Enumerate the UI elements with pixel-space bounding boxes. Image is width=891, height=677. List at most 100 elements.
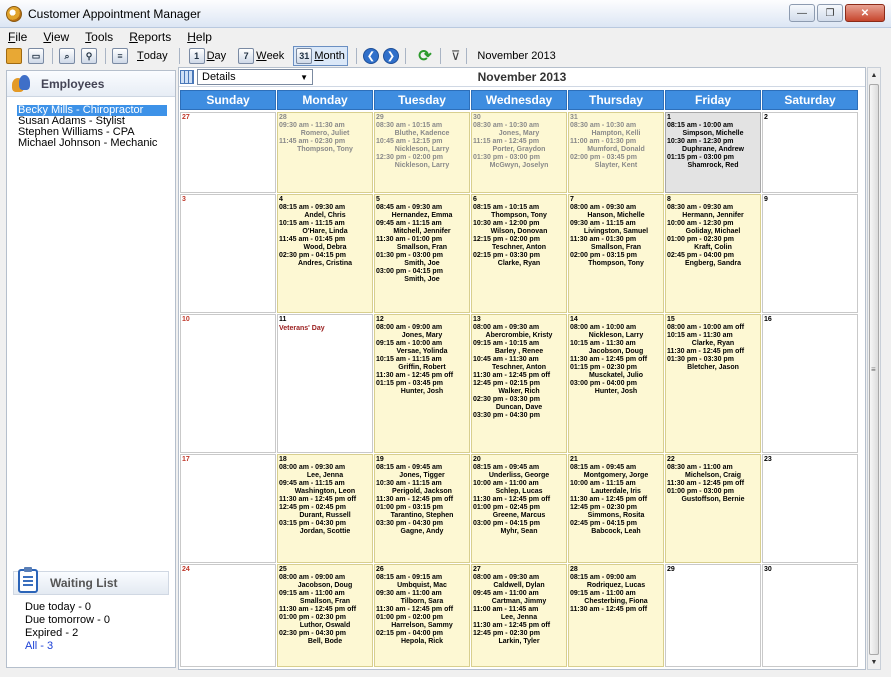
day-cell[interactable]: 22 08:30 am - 11:00 am Michelson, Craig 11:… — [665, 454, 761, 563]
day-cell[interactable]: 13 08:00 am - 09:30 am Abercrombie, Kristy… — [471, 314, 567, 453]
appointment-entry[interactable]: 12:15 pm - 02:00 pm Teschner, Anton — [473, 236, 565, 252]
appointment-entry[interactable]: 08:00 am - 09:00 am Jacobson, Doug — [279, 574, 371, 590]
appointment-entry[interactable]: 08:00 am - 09:30 am Caldwell, Dylan — [473, 574, 565, 590]
appointment-entry[interactable]: 08:00 am - 09:30 am Abercrombie, Kristy — [473, 324, 565, 340]
appointment-entry[interactable]: 02:30 pm - 04:15 pm Andres, Cristina — [279, 252, 371, 268]
day-cell[interactable]: 29 08:30 am - 10:15 am Bluthe, Kadence 10:4… — [374, 112, 470, 193]
appointment-entry[interactable]: 02:30 pm - 04:30 pm Bell, Bode — [279, 630, 371, 646]
appointment-entry[interactable]: 11:30 am - 12:45 pm off — [279, 606, 371, 614]
minimize-button[interactable]: — — [789, 4, 815, 22]
appointment-entry[interactable]: 11:30 am - 12:45 pm off — [667, 348, 759, 356]
day-cell[interactable]: 15 08:00 am - 10:00 am off 10:15 am - 11:3… — [665, 314, 761, 453]
appointment-entry[interactable]: 09:15 am - 11:00 am Chesterbing, Fiona — [570, 590, 662, 606]
view-detail-dropdown[interactable]: Details ▼ — [197, 69, 313, 85]
appointment-entry[interactable]: 09:45 am - 11:00 am Cartman, Jimmy — [473, 590, 565, 606]
day-view-button[interactable]: 1 Day — [186, 46, 230, 66]
day-cell[interactable]: 8 08:30 am - 09:30 am Hermann, Jennifer 10:… — [665, 194, 761, 313]
grid-view-icon[interactable] — [180, 70, 194, 84]
day-cell[interactable]: 20 08:15 am - 09:45 am Underliss, George 10… — [471, 454, 567, 563]
appointment-entry[interactable]: 09:15 am - 10:00 am Versae, Yolinda — [376, 340, 468, 356]
day-cell[interactable]: 4 08:15 am - 09:30 am Andel, Chris 10:15 am… — [277, 194, 373, 313]
day-cell[interactable]: 26 08:15 am - 09:15 am Umbquist, Mac 09:30 … — [374, 564, 470, 667]
day-cell[interactable]: 23 — [762, 454, 858, 563]
appointment-entry[interactable]: 08:00 am - 09:00 am Jones, Mary — [376, 324, 468, 340]
day-cell[interactable]: 3 — [180, 194, 276, 313]
appointment-entry[interactable]: 12:45 pm - 02:15 pm Walker, Rich — [473, 380, 565, 396]
appointment-entry[interactable]: 02:45 pm - 04:15 pm Babcock, Leah — [570, 520, 662, 536]
appointment-entry[interactable]: 01:00 pm - 02:30 pm Kraft, Colin — [667, 236, 759, 252]
appointment-entry[interactable]: 11:30 am - 12:45 pm off — [376, 606, 468, 614]
appointment-entry[interactable]: 03:30 pm - 04:30 pm — [473, 412, 565, 420]
appointment-entry[interactable]: 10:30 am - 11:15 am Perigold, Jackson — [376, 480, 468, 496]
appointment-entry[interactable]: 12:45 pm - 02:30 pm Larkin, Tyler — [473, 630, 565, 646]
appointment-entry[interactable]: 09:15 am - 11:00 am Smallson, Fran — [279, 590, 371, 606]
appointment-entry[interactable]: 10:15 am - 11:30 am Clarke, Ryan — [667, 332, 759, 348]
day-cell[interactable]: 7 08:00 am - 09:30 am Hanson, Michelle 09:3… — [568, 194, 664, 313]
appointment-entry[interactable]: 08:00 am - 10:00 am off — [667, 324, 759, 332]
appointment-entry[interactable]: 08:30 am - 10:15 am Bluthe, Kadence — [376, 122, 468, 138]
day-cell[interactable]: 11 Veterans' Day — [277, 314, 373, 453]
appointment-entry[interactable]: 08:30 am - 09:30 am Hermann, Jennifer — [667, 204, 759, 220]
appointment-entry[interactable]: 10:15 am - 11:30 am Jacobson, Doug — [570, 340, 662, 356]
month-view-button[interactable]: 31 Month — [293, 46, 348, 66]
day-cell[interactable]: 19 08:15 am - 09:45 am Jones, Tigger 10:30 … — [374, 454, 470, 563]
day-cell[interactable]: 18 08:00 am - 09:30 am Lee, Jenna 09:45 am … — [277, 454, 373, 563]
appointment-entry[interactable]: 01:00 pm - 03:15 pm Tarantino, Stephen — [376, 504, 468, 520]
binoculars-icon[interactable]: ⚲ — [81, 48, 97, 64]
day-cell[interactable]: 27 08:00 am - 09:30 am Caldwell, Dylan 09:4… — [471, 564, 567, 667]
appointment-entry[interactable]: 01:30 pm - 03:00 pm McGwyn, Joselyn — [473, 154, 565, 170]
appointment-entry[interactable]: 01:15 pm - 03:00 pm Shamrock, Red — [667, 154, 759, 170]
appointment-entry[interactable]: 03:00 pm - 04:00 pm Hunter, Josh — [570, 380, 662, 396]
day-cell[interactable]: 17 — [180, 454, 276, 563]
day-cell[interactable]: 10 — [180, 314, 276, 453]
day-cell[interactable]: 2 — [762, 112, 858, 193]
appointment-entry[interactable]: 11:30 am - 01:00 pm Smallson, Fran — [376, 236, 468, 252]
employees-toolbar-icon[interactable] — [6, 48, 22, 64]
appointment-entry[interactable]: 08:45 am - 09:30 am Hernandez, Emma — [376, 204, 468, 220]
appointment-entry[interactable]: 10:00 am - 11:15 am Lauterdale, Iris — [570, 480, 662, 496]
appointment-entry[interactable]: 11:30 am - 12:45 pm off — [667, 480, 759, 488]
appointment-entry[interactable]: 08:15 am - 09:30 am Andel, Chris — [279, 204, 371, 220]
scroll-up-arrow[interactable]: ▲ — [868, 68, 880, 82]
day-cell[interactable]: 25 08:00 am - 09:00 am Jacobson, Doug 09:15… — [277, 564, 373, 667]
appointment-entry[interactable]: 02:00 pm - 03:45 pm Slayter, Kent — [570, 154, 662, 170]
appointment-entry[interactable]: 08:00 am - 09:30 am Lee, Jenna — [279, 464, 371, 480]
scroll-thumb[interactable] — [869, 84, 879, 655]
day-cell[interactable]: 9 — [762, 194, 858, 313]
day-cell[interactable]: 6 08:15 am - 10:15 am Thompson, Tony 10:30 … — [471, 194, 567, 313]
appointment-entry[interactable]: 10:15 am - 11:15 am O'Hare, Linda — [279, 220, 371, 236]
waiting-list-item[interactable]: All - 3 — [25, 640, 175, 653]
appointment-entry[interactable]: 01:00 pm - 02:00 pm Harrelson, Sammy — [376, 614, 468, 630]
day-cell[interactable]: 30 08:30 am - 10:30 am Jones, Mary 11:15 am… — [471, 112, 567, 193]
appointment-entry[interactable]: 10:15 am - 11:15 am Griffin, Robert — [376, 356, 468, 372]
appointment-entry[interactable]: 09:45 am - 11:15 am Mitchell, Jennifer — [376, 220, 468, 236]
appointment-entry[interactable]: 10:00 am - 12:30 pm Goliday, Michael — [667, 220, 759, 236]
appointment-entry[interactable]: 08:00 am - 09:30 am Hanson, Michelle — [570, 204, 662, 220]
appointment-entry[interactable]: 08:15 am - 10:00 am Simpson, Michelle — [667, 122, 759, 138]
appointment-entry[interactable]: 11:15 am - 12:45 pm Porter, Graydon — [473, 138, 565, 154]
appointment-entry[interactable]: 10:45 am - 12:15 pm Nickleson, Larry — [376, 138, 468, 154]
day-cell[interactable]: 14 08:00 am - 10:00 am Nickleson, Larry 10:… — [568, 314, 664, 453]
appointment-entry[interactable]: 11:30 am - 12:45 pm off — [570, 496, 662, 504]
appointment-entry[interactable]: 12:45 pm - 02:30 pm Simmons, Rosita — [570, 504, 662, 520]
day-cell[interactable]: 24 — [180, 564, 276, 667]
scroll-down-arrow[interactable]: ▼ — [868, 655, 880, 669]
appointment-entry[interactable]: 09:30 am - 11:00 am Tilborn, Sara — [376, 590, 468, 606]
appointment-entry[interactable]: 02:30 pm - 03:30 pm Duncan, Dave — [473, 396, 565, 412]
appointment-entry[interactable]: 01:00 pm - 02:30 pm Luthor, Oswald — [279, 614, 371, 630]
appointment-entry[interactable]: 11:30 am - 12:45 pm off — [473, 372, 565, 380]
appointment-entry[interactable]: 01:15 pm - 02:30 pm Musckatel, Julio — [570, 364, 662, 380]
refresh-icon[interactable]: ⟳ — [416, 47, 434, 65]
appointment-entry[interactable]: 10:30 am - 12:30 pm Duphrane, Andrew — [667, 138, 759, 154]
appointment-entry[interactable]: 11:30 am - 12:45 pm off — [376, 496, 468, 504]
appointment-entry[interactable]: 11:30 am - 12:45 pm off — [473, 496, 565, 504]
appointment-entry[interactable]: 08:30 am - 10:30 am Jones, Mary — [473, 122, 565, 138]
appointment-entry[interactable]: 03:00 pm - 04:15 pm Smith, Joe — [376, 268, 468, 284]
appointment-entry[interactable]: 11:30 am - 12:45 pm off — [376, 372, 468, 380]
appointment-entry[interactable]: 09:45 am - 11:15 am Washington, Leon — [279, 480, 371, 496]
appointment-entry[interactable]: 08:15 am - 09:00 am Rodriquez, Lucas — [570, 574, 662, 590]
appointment-entry[interactable]: 10:45 am - 11:30 am Teschner, Anton — [473, 356, 565, 372]
day-cell[interactable]: 31 08:30 am - 10:30 am Hampton, Kelli 11:00… — [568, 112, 664, 193]
appointment-entry[interactable]: 01:30 pm - 03:30 pm Bletcher, Jason — [667, 356, 759, 372]
today-button[interactable]: Today — [134, 48, 171, 64]
